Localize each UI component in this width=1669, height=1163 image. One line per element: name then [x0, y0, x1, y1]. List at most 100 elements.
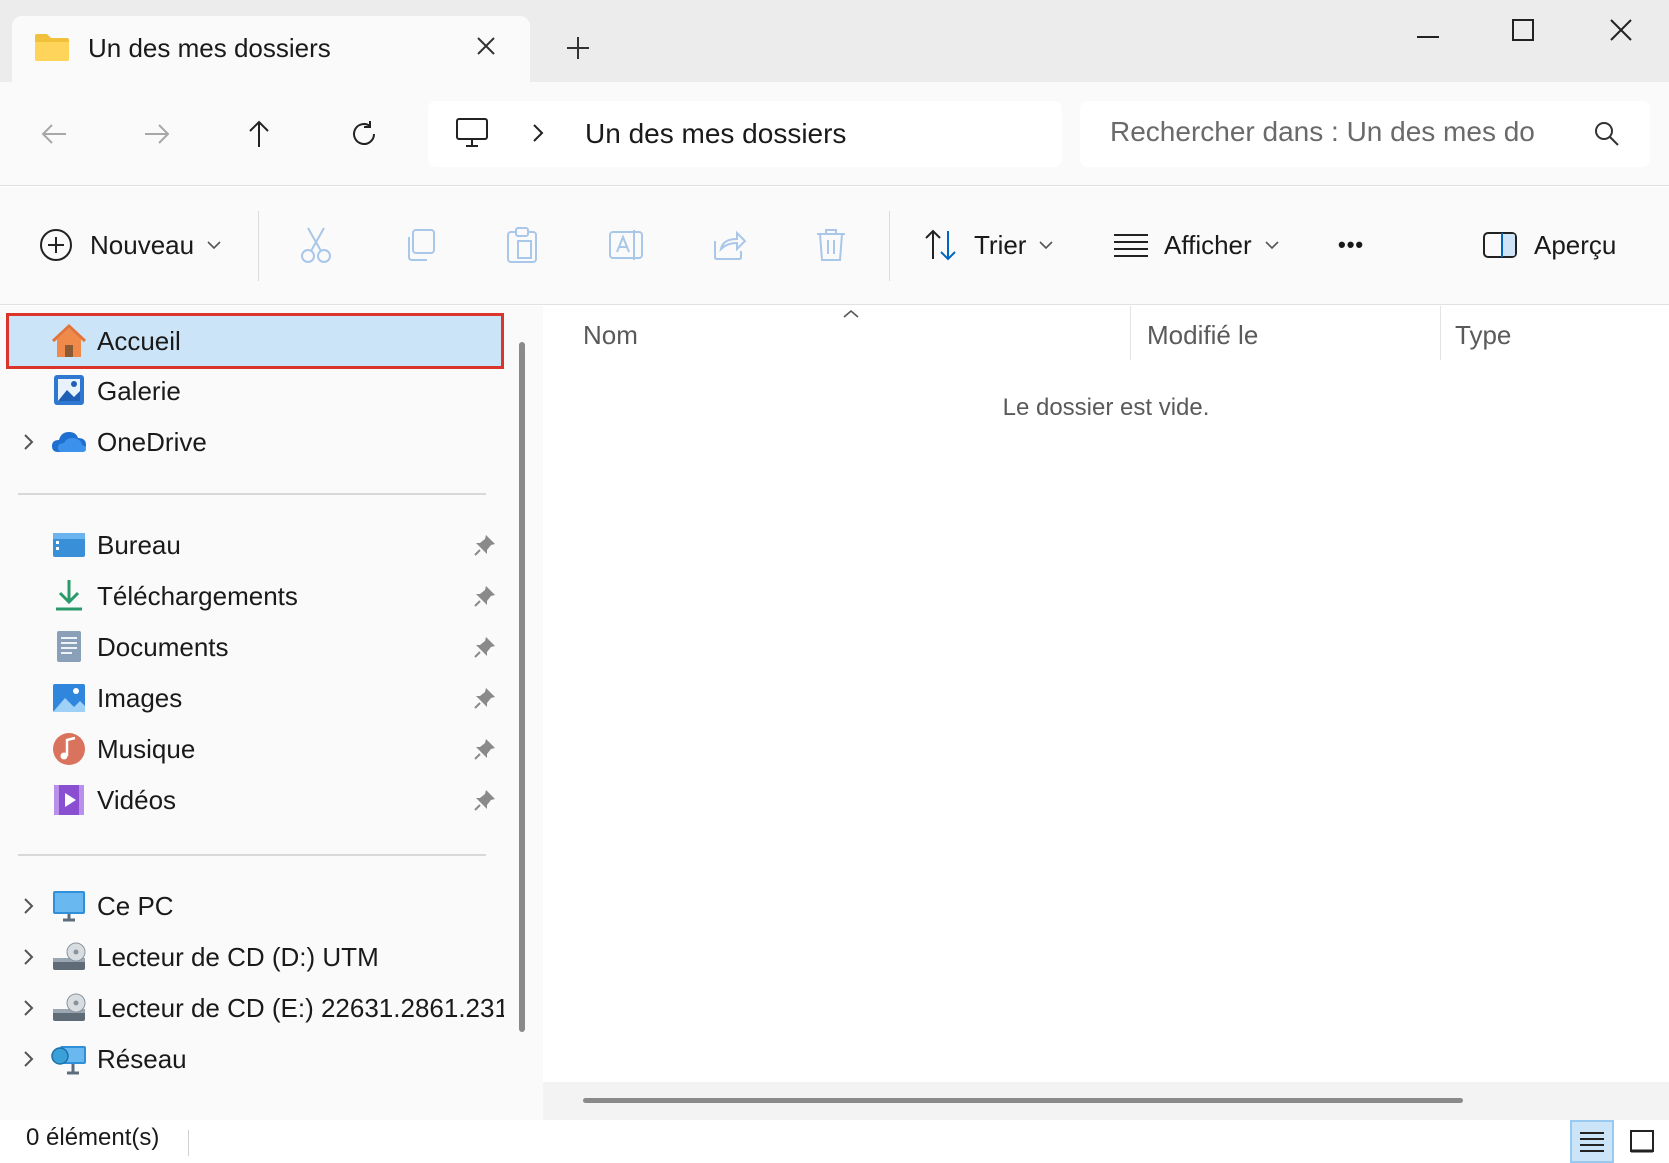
network-icon — [51, 1046, 86, 1075]
copy-button[interactable] — [402, 217, 438, 273]
scissors-icon — [301, 227, 331, 263]
preview-pane-button[interactable]: Aperçu — [1482, 217, 1616, 273]
toolbar-separator — [258, 211, 259, 281]
pin-icon[interactable] — [472, 634, 498, 660]
pin-icon[interactable] — [472, 532, 498, 558]
tiles-view-button[interactable] — [1620, 1120, 1664, 1163]
item-count: 0 élément(s) — [26, 1124, 160, 1151]
new-tab-button[interactable] — [560, 30, 596, 66]
computer-icon — [456, 118, 488, 147]
chevron-right-icon — [533, 124, 544, 142]
column-header-type[interactable]: Type — [1455, 306, 1655, 364]
pin-icon[interactable] — [472, 787, 498, 813]
share-icon — [714, 230, 747, 260]
command-bar: Nouveau Trier Afficher ••• Aperçu — [0, 187, 1669, 305]
gallery-icon — [54, 375, 84, 405]
details-view-button[interactable] — [1570, 1120, 1614, 1163]
forward-button[interactable] — [133, 110, 181, 158]
desktop-folder-icon — [53, 533, 85, 557]
sidebar-item-galerie[interactable]: Galerie — [6, 366, 504, 416]
chevron-right-icon[interactable] — [20, 997, 38, 1019]
sidebar-item-telechargements[interactable]: Téléchargements — [6, 571, 504, 621]
cd-drive-icon — [53, 993, 86, 1021]
sidebar-item-label: Ce PC — [97, 890, 174, 921]
details-view-icon — [1580, 1131, 1604, 1152]
sort-arrows-icon — [925, 229, 956, 261]
pin-icon[interactable] — [472, 736, 498, 762]
status-separator — [188, 1130, 189, 1156]
sidebar-item-ce-pc[interactable]: Ce PC — [6, 881, 504, 931]
sidebar-item-videos[interactable]: Vidéos — [6, 775, 504, 825]
column-separator[interactable] — [1130, 306, 1131, 360]
address-path-current[interactable]: Un des mes dossiers — [585, 118, 846, 150]
column-separator[interactable] — [1440, 306, 1441, 360]
tab-close-button[interactable] — [468, 28, 504, 64]
close-window-button[interactable] — [1593, 10, 1649, 50]
status-bar: 0 élément(s) — [0, 1120, 1669, 1163]
sidebar-item-reseau[interactable]: Réseau — [6, 1034, 504, 1084]
onedrive-cloud-icon — [52, 432, 86, 452]
search-box[interactable] — [1080, 101, 1650, 167]
sidebar-item-label: Galerie — [97, 375, 181, 406]
more-options-button[interactable]: ••• — [1338, 217, 1364, 273]
tab-active[interactable]: Un des mes dossiers — [12, 16, 530, 82]
pin-icon[interactable] — [472, 583, 498, 609]
sidebar-scrollbar[interactable] — [519, 342, 525, 1032]
sidebar-item-label: Accueil — [97, 325, 181, 356]
plus-circle-icon — [40, 229, 72, 261]
arrow-left-icon — [41, 124, 66, 144]
sidebar-item-bureau[interactable]: Bureau — [6, 520, 504, 570]
sidebar-item-musique[interactable]: Musique — [6, 724, 504, 774]
chevron-right-icon[interactable] — [20, 946, 38, 968]
tiles-view-icon — [1630, 1129, 1654, 1152]
column-header-name[interactable]: Nom — [583, 306, 1073, 364]
chevron-right-icon[interactable] — [20, 431, 38, 453]
search-input[interactable] — [1110, 116, 1580, 148]
images-icon — [53, 684, 85, 712]
sidebar-item-label: Images — [97, 682, 183, 713]
arrow-right-icon — [145, 124, 170, 144]
tab-title: Un des mes dossiers — [88, 33, 331, 63]
chevron-right-icon[interactable] — [20, 895, 38, 917]
preview-pane-icon — [1483, 232, 1517, 258]
sidebar-item-accueil[interactable]: Accueil — [6, 313, 504, 369]
sidebar-item-cd-drive-e[interactable]: Lecteur de CD (E:) 22631.2861.231204 — [6, 983, 504, 1033]
refresh-button[interactable] — [340, 110, 388, 158]
plus-icon — [567, 37, 589, 59]
rename-icon — [609, 230, 643, 260]
sidebar-item-documents[interactable]: Documents — [6, 622, 504, 672]
view-button[interactable]: Afficher — [1112, 217, 1280, 273]
chevron-right-icon[interactable] — [20, 1048, 38, 1070]
cut-button[interactable] — [298, 217, 334, 273]
delete-button[interactable] — [814, 217, 848, 273]
videos-icon — [54, 785, 84, 815]
up-button[interactable] — [235, 110, 283, 158]
sidebar-item-onedrive[interactable]: OneDrive — [6, 417, 504, 467]
navigation-pane: Accueil Galerie OneDrive Bureau Téléchar… — [0, 306, 506, 1120]
search-icon — [1595, 122, 1619, 146]
paste-button[interactable] — [504, 217, 540, 273]
share-button[interactable] — [711, 217, 747, 273]
more-options-icon: ••• — [1338, 232, 1365, 257]
address-bar[interactable]: Un des mes dossiers — [428, 101, 1062, 167]
minimize-button[interactable] — [1400, 10, 1456, 50]
empty-folder-message: Le dossier est vide. — [1002, 394, 1210, 421]
back-button[interactable] — [30, 110, 78, 158]
pin-icon[interactable] — [472, 685, 498, 711]
new-button[interactable]: Nouveau — [38, 217, 222, 273]
column-header-modified[interactable]: Modifié le — [1147, 306, 1427, 364]
maximize-button[interactable] — [1495, 10, 1551, 50]
sidebar-item-label: Documents — [97, 631, 229, 662]
sidebar-item-images[interactable]: Images — [6, 673, 504, 723]
sort-button[interactable]: Trier — [922, 217, 1054, 273]
music-icon — [53, 733, 85, 765]
horizontal-scrollbar[interactable] — [583, 1098, 1463, 1103]
file-list: Nom Modifié le Type Le dossier est vide. — [543, 306, 1669, 1120]
sidebar-item-cd-drive-d[interactable]: Lecteur de CD (D:) UTM — [6, 932, 504, 982]
documents-icon — [57, 631, 81, 662]
trash-icon — [817, 229, 845, 261]
rename-button[interactable] — [607, 217, 645, 273]
address-row: Un des mes dossiers — [0, 82, 1669, 186]
sidebar-item-label: Musique — [97, 733, 196, 764]
preview-label: Aperçu — [1534, 229, 1617, 260]
